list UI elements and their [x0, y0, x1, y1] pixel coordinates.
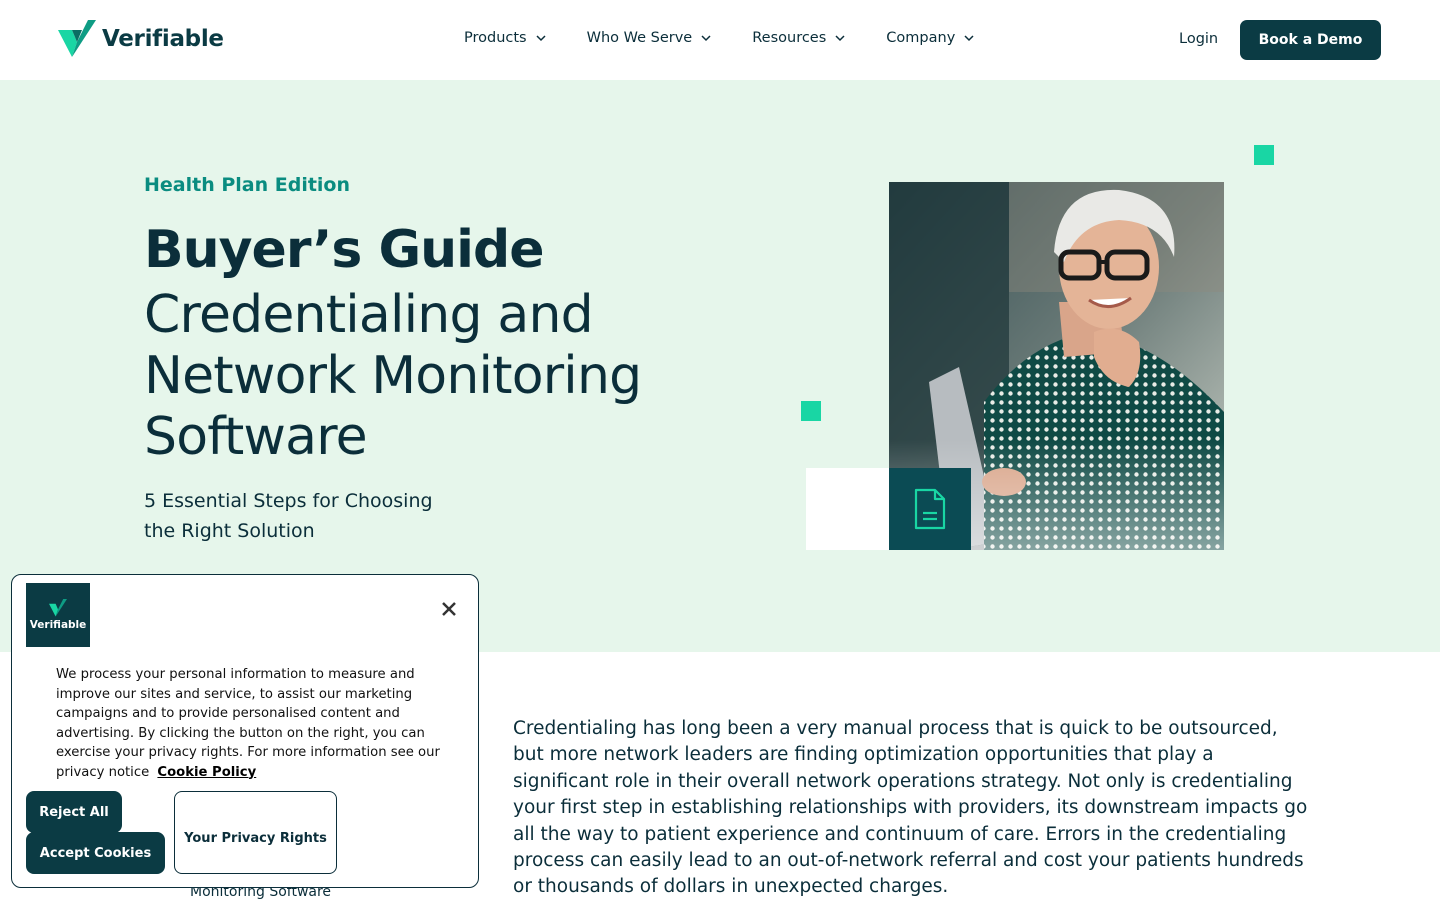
hero-section: Health Plan Edition Buyer’s Guide Creden… [0, 80, 1440, 652]
cookie-policy-link[interactable]: Cookie Policy [157, 765, 256, 780]
book-demo-button[interactable]: Book a Demo [1240, 20, 1381, 60]
decorative-white-block [806, 468, 889, 550]
cookie-body-text: We process your personal information to … [56, 667, 440, 780]
logo[interactable]: Verifiable [58, 20, 224, 58]
decorative-square [1254, 145, 1274, 165]
cookie-banner: Verifiable We process your personal info… [11, 574, 479, 888]
document-badge [889, 468, 971, 550]
verifiable-logo-icon [49, 599, 67, 617]
login-link[interactable]: Login [1179, 31, 1218, 47]
chevron-down-icon [701, 35, 711, 42]
chevron-down-icon [835, 35, 845, 42]
close-icon[interactable] [439, 599, 459, 619]
decorative-square [801, 401, 821, 421]
hero-title-bold: Buyer’s Guide [144, 220, 544, 280]
hero-subtitle: 5 Essential Steps for Choosing the Right… [144, 490, 433, 542]
verifiable-logo-icon [58, 20, 96, 57]
reject-all-button[interactable]: Reject All [26, 791, 122, 833]
accept-cookies-button[interactable]: Accept Cookies [26, 832, 165, 874]
chevron-down-icon [536, 35, 546, 42]
nav-who-we-serve[interactable]: Who We Serve [587, 30, 713, 46]
intro-paragraph: Credentialing has long been a very manua… [513, 718, 1308, 898]
cookie-logo-text: Verifiable [29, 619, 87, 631]
nav-company-label: Company [886, 30, 956, 46]
nav-resources-label: Resources [752, 30, 827, 46]
cookie-text: We process your personal information to … [56, 665, 446, 782]
document-icon [914, 488, 946, 530]
nav-company[interactable]: Company [886, 30, 975, 46]
nav-who-we-serve-label: Who We Serve [586, 30, 693, 46]
hero-eyebrow: Health Plan Edition [144, 174, 351, 196]
nav-resources[interactable]: Resources [752, 30, 846, 46]
logo-text: Verifiable [102, 26, 224, 52]
privacy-rights-button[interactable]: Your Privacy Rights [174, 791, 337, 874]
site-header: Verifiable Products Who We Serve Resourc… [0, 0, 1440, 80]
nav-products[interactable]: Products [464, 30, 547, 46]
main-nav: Products Who We Serve Resources Company [464, 30, 1015, 46]
hero-title-light: Credentialing and Network Monitoring Sof… [144, 285, 642, 467]
cookie-banner-logo: Verifiable [26, 583, 90, 647]
chevron-down-icon [964, 35, 974, 42]
nav-products-label: Products [464, 30, 527, 46]
